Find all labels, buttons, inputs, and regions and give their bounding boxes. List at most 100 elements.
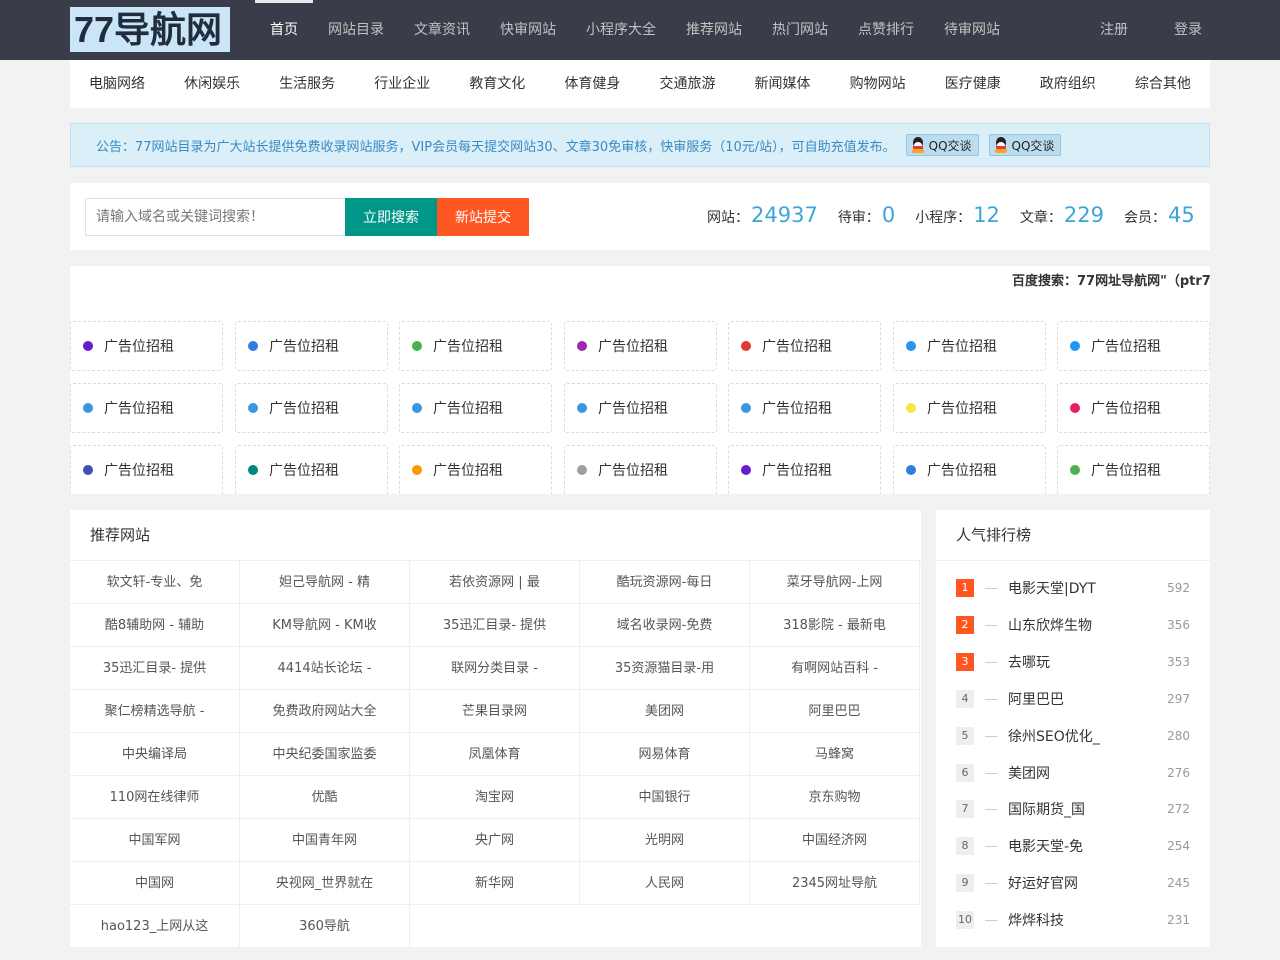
nav-recommended[interactable]: 推荐网站 (671, 0, 757, 60)
recommended-site-link[interactable]: 软文轩-专业、免 (70, 561, 240, 604)
recommended-site-link[interactable]: 央广网 (410, 819, 580, 862)
ad-slot[interactable]: 广告位招租 (235, 445, 388, 494)
recommended-site-link[interactable]: 芒果目录网 (410, 690, 580, 733)
ad-slot[interactable]: 广告位招租 (235, 383, 388, 433)
category-item[interactable]: 电脑网络 (89, 60, 145, 108)
nav-hot-sites[interactable]: 热门网站 (757, 0, 843, 60)
recommended-site-link[interactable]: 新华网 (410, 862, 580, 905)
recommended-site-link[interactable]: 中国网 (70, 862, 240, 905)
ranking-item[interactable]: 2 山东欣烨生物 356 (956, 616, 1190, 634)
recommended-site-link[interactable]: 110网在线律师 (70, 776, 240, 819)
ad-slot[interactable]: 广告位招租 (399, 445, 552, 494)
submit-site-button[interactable]: 新站提交 (437, 198, 529, 236)
category-item[interactable]: 生活服务 (279, 60, 335, 108)
ad-slot[interactable]: 广告位招租 (893, 383, 1046, 433)
ad-slot[interactable]: 广告位招租 (1057, 383, 1210, 433)
site-logo[interactable]: 77导航网 (70, 7, 230, 52)
recommended-site-link[interactable]: 菜牙导航网-上网 (750, 561, 920, 604)
nav-site-directory[interactable]: 网站目录 (313, 0, 399, 60)
ranking-item[interactable]: 1 电影天堂|DYT 592 (956, 579, 1190, 597)
ranking-item[interactable]: 9 好运好官网 245 (956, 874, 1190, 892)
recommended-site-link[interactable]: 网易体育 (580, 733, 750, 776)
ad-slot[interactable]: 广告位招租 (399, 383, 552, 433)
ad-slot[interactable]: 广告位招租 (893, 321, 1046, 371)
ranking-item[interactable]: 5 徐州SEO优化_ 280 (956, 727, 1190, 745)
ranking-item[interactable]: 3 去哪玩 353 (956, 653, 1190, 671)
recommended-site-link[interactable]: 318影院 - 最新电 (750, 604, 920, 647)
category-item[interactable]: 交通旅游 (659, 60, 715, 108)
recommended-site-link[interactable]: 美团网 (580, 690, 750, 733)
recommended-site-link[interactable]: 中央编译局 (70, 733, 240, 776)
recommended-site-link[interactable]: 中国银行 (580, 776, 750, 819)
recommended-site-link[interactable]: 35迅汇目录- 提供 (410, 604, 580, 647)
recommended-site-link[interactable]: 中央纪委国家监委 (240, 733, 410, 776)
recommended-site-link[interactable]: 免费政府网站大全 (240, 690, 410, 733)
ad-slot[interactable]: 广告位招租 (728, 445, 881, 494)
category-item[interactable]: 综合其他 (1135, 60, 1191, 108)
ad-slot[interactable]: 广告位招租 (728, 321, 881, 371)
ad-slot[interactable]: 广告位招租 (564, 445, 717, 494)
category-item[interactable]: 教育文化 (469, 60, 525, 108)
ranking-item[interactable]: 8 电影天堂-免 254 (956, 837, 1190, 855)
recommended-site-link[interactable]: 35迅汇目录- 提供 (70, 647, 240, 690)
ad-slot[interactable]: 广告位招租 (70, 445, 223, 494)
ranking-item[interactable]: 6 美团网 276 (956, 764, 1190, 782)
qq-chat-button[interactable]: QQ交谈 (905, 134, 979, 156)
ad-slot[interactable]: 广告位招租 (70, 383, 223, 433)
category-item[interactable]: 新闻媒体 (755, 60, 811, 108)
recommended-site-link[interactable]: 联网分类目录 - (410, 647, 580, 690)
recommended-site-link[interactable]: 光明网 (580, 819, 750, 862)
recommended-site-link[interactable]: 360导航 (240, 905, 410, 948)
register-link[interactable]: 注册 (1077, 0, 1151, 60)
ad-slot[interactable]: 广告位招租 (564, 321, 717, 371)
recommended-site-link[interactable]: 凤凰体育 (410, 733, 580, 776)
category-item[interactable]: 医疗健康 (945, 60, 1001, 108)
recommended-site-link[interactable]: hao123_上网从这 (70, 905, 240, 948)
recommended-site-link[interactable]: 马蜂窝 (750, 733, 920, 776)
nav-pending-sites[interactable]: 待审网站 (929, 0, 1015, 60)
ranking-item[interactable]: 4 阿里巴巴 297 (956, 690, 1190, 708)
recommended-site-link[interactable]: 中国青年网 (240, 819, 410, 862)
recommended-site-link[interactable]: 域名收录网-免费 (580, 604, 750, 647)
recommended-site-link[interactable]: 2345网址导航 (750, 862, 920, 905)
nav-articles[interactable]: 文章资讯 (399, 0, 485, 60)
recommended-site-link[interactable]: 4414站长论坛 - (240, 647, 410, 690)
ad-slot[interactable]: 广告位招租 (1057, 445, 1210, 494)
category-item[interactable]: 休闲娱乐 (184, 60, 240, 108)
category-item[interactable]: 政府组织 (1040, 60, 1096, 108)
recommended-site-link[interactable]: 淘宝网 (410, 776, 580, 819)
recommended-site-link[interactable]: KM导航网 - KM收 (240, 604, 410, 647)
ranking-item[interactable]: 10 烨烨科技 231 (956, 911, 1190, 929)
nav-home[interactable]: 首页 (255, 0, 313, 60)
ad-slot[interactable]: 广告位招租 (70, 321, 223, 371)
recommended-site-link[interactable]: 京东购物 (750, 776, 920, 819)
search-input[interactable] (85, 198, 345, 236)
ad-slot[interactable]: 广告位招租 (564, 383, 717, 433)
recommended-site-link[interactable]: 聚仁榜精选导航 - (70, 690, 240, 733)
recommended-site-link[interactable]: 有啊网站百科 - (750, 647, 920, 690)
nav-likes-ranking[interactable]: 点赞排行 (843, 0, 929, 60)
ad-slot[interactable]: 广告位招租 (399, 321, 552, 371)
category-item[interactable]: 购物网站 (850, 60, 906, 108)
ad-slot[interactable]: 广告位招租 (235, 321, 388, 371)
category-item[interactable]: 体育健身 (564, 60, 620, 108)
ad-slot[interactable]: 广告位招租 (893, 445, 1046, 494)
recommended-site-link[interactable]: 优酷 (240, 776, 410, 819)
recommended-site-link[interactable]: 妲己导航网 - 精 (240, 561, 410, 604)
nav-fast-review[interactable]: 快审网站 (485, 0, 571, 60)
nav-mini-programs[interactable]: 小程序大全 (571, 0, 671, 60)
recommended-site-link[interactable]: 酷8辅助网 - 辅助 (70, 604, 240, 647)
recommended-site-link[interactable]: 若依资源网 | 最 (410, 561, 580, 604)
login-link[interactable]: 登录 (1151, 0, 1225, 60)
recommended-site-link[interactable]: 中国军网 (70, 819, 240, 862)
qq-chat-button[interactable]: QQ交谈 (988, 134, 1062, 156)
ad-slot[interactable]: 广告位招租 (1057, 321, 1210, 371)
recommended-site-link[interactable]: 35资源猫目录-用 (580, 647, 750, 690)
recommended-site-link[interactable]: 阿里巴巴 (750, 690, 920, 733)
recommended-site-link[interactable]: 酷玩资源网-每日 (580, 561, 750, 604)
recommended-site-link[interactable]: 央视网_世界就在 (240, 862, 410, 905)
ad-slot[interactable]: 广告位招租 (728, 383, 881, 433)
recommended-site-link[interactable]: 人民网 (580, 862, 750, 905)
category-item[interactable]: 行业企业 (374, 60, 430, 108)
recommended-site-link[interactable]: 中国经济网 (750, 819, 920, 862)
